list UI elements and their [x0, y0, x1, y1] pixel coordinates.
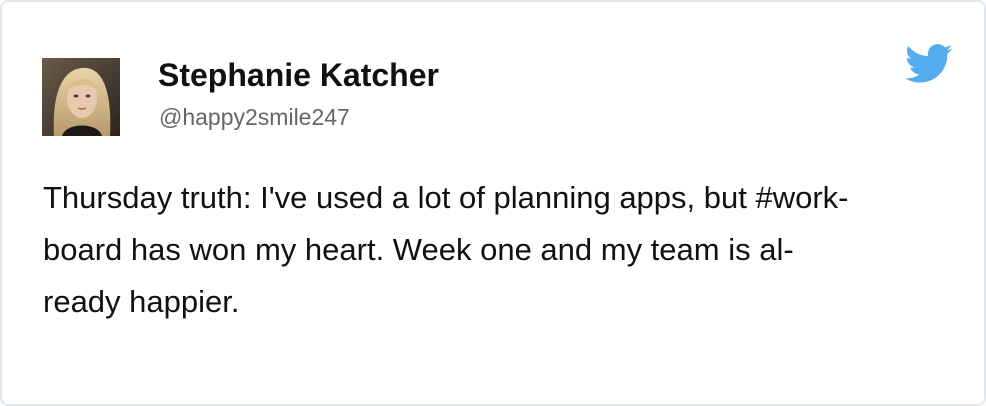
tweet-text-line: board has won my heart. Week one and my …	[43, 232, 794, 267]
tweet-text-line: ready happier.	[43, 284, 240, 319]
tweet-text: Thursday truth: I've used a lot of plann…	[43, 172, 943, 328]
tweet-card: Stephanie Katcher @happy2smile247 Thursd…	[0, 0, 986, 406]
avatar[interactable]	[42, 58, 120, 136]
tweet-text-line: Thursday truth: I've used a lot of plann…	[43, 180, 849, 215]
twitter-bird-icon[interactable]	[902, 44, 956, 84]
author-handle[interactable]: @happy2smile247	[159, 102, 350, 132]
author-name[interactable]: Stephanie Katcher	[158, 55, 439, 95]
